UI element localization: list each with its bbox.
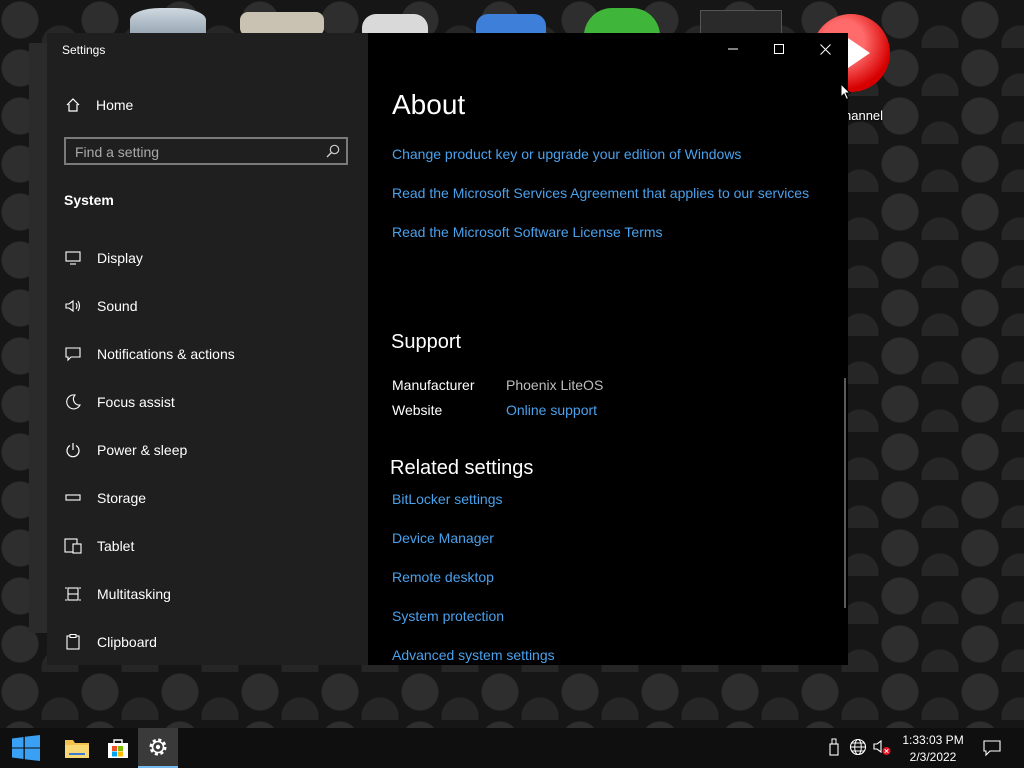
nav-item-notifications[interactable]: Notifications & actions	[47, 332, 368, 376]
change-product-key-link[interactable]: Change product key or upgrade your editi…	[392, 146, 741, 162]
nav-item-label: Focus assist	[97, 394, 175, 410]
clock-date: 2/3/2022	[909, 750, 957, 764]
scrollbar[interactable]	[844, 378, 846, 608]
website-label: Website	[392, 402, 443, 418]
action-center-button[interactable]	[972, 728, 1012, 768]
about-content-pane: About Change product key or upgrade your…	[368, 33, 848, 665]
action-center-icon	[983, 740, 1001, 757]
background-window-edge	[29, 43, 49, 633]
settings-nav-pane: Settings Home System Display Sound Notif…	[47, 33, 368, 665]
network-globe-icon[interactable]	[849, 738, 867, 756]
display-icon	[65, 251, 81, 265]
xbox-desktop-icon[interactable]	[584, 8, 660, 36]
settings-window: Settings Home System Display Sound Notif…	[47, 33, 848, 665]
services-agreement-link[interactable]: Read the Microsoft Services Agreement th…	[392, 185, 809, 201]
store-icon	[108, 739, 128, 758]
nav-item-sound[interactable]: Sound	[47, 284, 368, 328]
sound-icon	[65, 299, 81, 313]
windows-logo-icon	[12, 735, 40, 761]
search-box[interactable]	[64, 137, 348, 165]
home-label: Home	[96, 97, 134, 113]
minimize-button[interactable]	[710, 33, 756, 65]
support-heading: Support	[391, 331, 462, 353]
online-support-link[interactable]: Online support	[506, 402, 597, 418]
nav-item-label: Power & sleep	[97, 442, 188, 458]
manufacturer-value: Phoenix LiteOS	[506, 377, 604, 393]
nav-item-power-sleep[interactable]: Power & sleep	[47, 428, 368, 472]
page-title: About	[392, 89, 466, 120]
nav-item-label: Multitasking	[97, 586, 171, 602]
start-button[interactable]	[6, 728, 46, 768]
moon-icon	[66, 394, 81, 410]
home-icon	[66, 98, 80, 112]
maximize-icon	[774, 44, 784, 54]
tablet-icon	[64, 538, 82, 554]
taskbar: 1:33:03 PM 2/3/2022	[0, 728, 1024, 768]
search-input[interactable]	[66, 139, 327, 165]
notifications-icon	[65, 347, 81, 362]
nav-item-multitasking[interactable]: Multitasking	[47, 572, 368, 616]
file-explorer-button[interactable]	[57, 728, 97, 768]
nav-section-title: System	[64, 192, 114, 208]
nav-item-label: Storage	[97, 490, 147, 506]
system-protection-link[interactable]: System protection	[392, 608, 504, 624]
usb-device-icon[interactable]	[828, 738, 840, 756]
nav-home[interactable]: Home	[65, 97, 133, 113]
license-terms-link[interactable]: Read the Microsoft Software License Term…	[392, 224, 663, 240]
device-manager-link[interactable]: Device Manager	[392, 530, 494, 546]
minimize-icon	[728, 48, 738, 50]
mouse-cursor-icon	[840, 83, 852, 101]
settings-taskbar-button[interactable]	[138, 728, 178, 768]
nav-item-label: Clipboard	[97, 634, 157, 650]
window-title: Settings	[62, 43, 106, 57]
nav-item-focus-assist[interactable]: Focus assist	[47, 380, 368, 424]
close-icon	[819, 43, 831, 55]
nav-item-display[interactable]: Display	[47, 236, 368, 280]
youtube-channel-label[interactable]: hannel	[844, 108, 883, 123]
nav-item-label: Tablet	[97, 538, 135, 554]
remote-desktop-link[interactable]: Remote desktop	[392, 569, 494, 585]
nav-item-storage[interactable]: Storage	[47, 476, 368, 520]
related-settings-heading: Related settings	[390, 457, 534, 479]
taskbar-clock[interactable]: 1:33:03 PM 2/3/2022	[896, 732, 970, 766]
storage-icon	[65, 494, 81, 501]
clock-time: 1:33:03 PM	[902, 733, 964, 747]
manufacturer-label: Manufacturer	[392, 377, 475, 393]
folder-icon	[65, 740, 89, 758]
maximize-button[interactable]	[756, 33, 802, 65]
caption-buttons	[710, 33, 848, 65]
clipboard-icon	[66, 634, 80, 650]
volume-muted-icon[interactable]	[872, 738, 892, 756]
multitasking-icon	[65, 587, 81, 601]
power-icon	[66, 443, 80, 458]
nav-item-tablet[interactable]: Tablet	[47, 524, 368, 568]
store-button[interactable]	[98, 728, 138, 768]
nav-item-label: Notifications & actions	[97, 346, 235, 362]
nav-item-clipboard[interactable]: Clipboard	[47, 620, 368, 664]
advanced-system-settings-link[interactable]: Advanced system settings	[392, 647, 555, 663]
close-button[interactable]	[802, 33, 848, 65]
nav-item-label: Display	[97, 250, 143, 266]
bitlocker-settings-link[interactable]: BitLocker settings	[392, 491, 503, 507]
nav-item-label: Sound	[97, 298, 138, 314]
gear-icon	[149, 738, 167, 756]
search-icon[interactable]	[326, 144, 340, 158]
